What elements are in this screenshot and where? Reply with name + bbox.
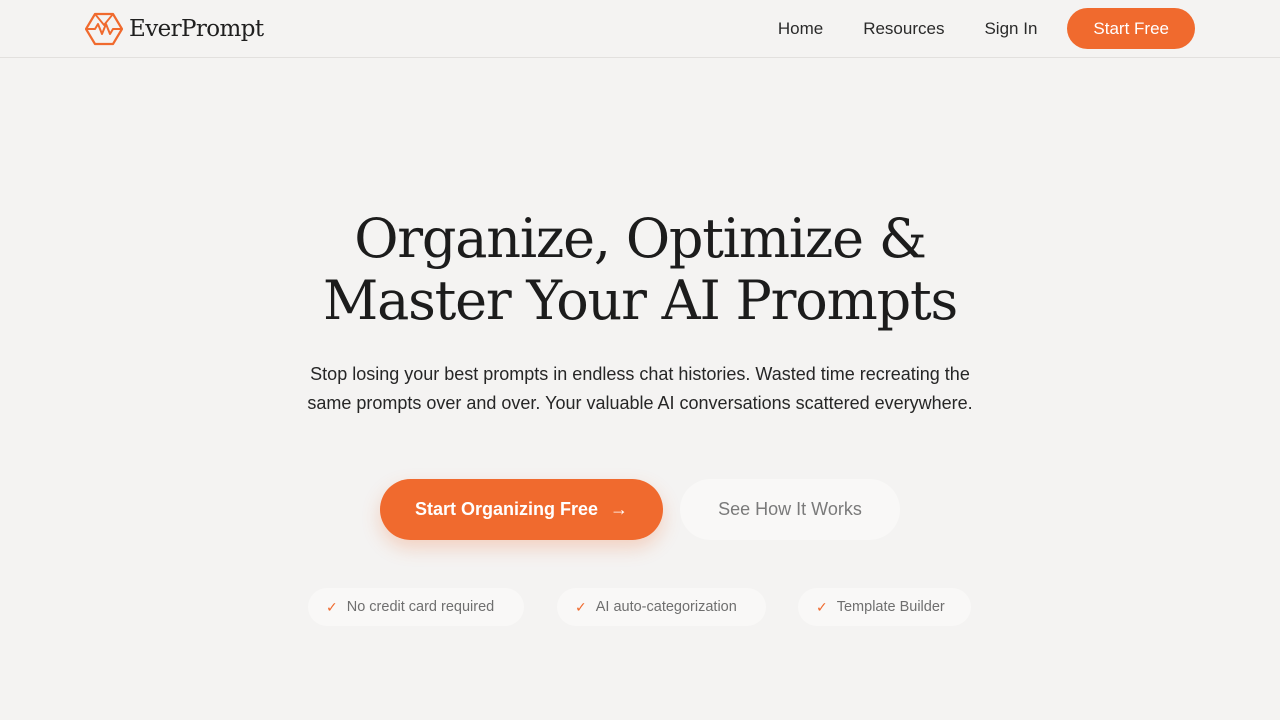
check-icon: ✓ bbox=[326, 598, 338, 615]
nav-link-sign-in[interactable]: Sign In bbox=[984, 19, 1037, 39]
hero-headline: Organize, Optimize & Master Your AI Prom… bbox=[0, 208, 1280, 332]
feature-badge-label: No credit card required bbox=[346, 599, 495, 615]
feature-badges: ✓ No credit card required ✓ AI auto-cate… bbox=[308, 588, 972, 626]
start-free-button[interactable]: Start Free bbox=[1067, 8, 1195, 49]
hero-subtext: Stop losing your best prompts in endless… bbox=[307, 364, 973, 413]
feature-badge: ✓ Template Builder bbox=[798, 588, 971, 626]
start-organizing-free-button[interactable]: Start Organizing Free → bbox=[380, 479, 663, 540]
feature-badge-label: AI auto-categorization bbox=[595, 599, 737, 615]
hero-headline-line-1: Organize, Optimize & bbox=[354, 207, 927, 270]
see-how-it-works-button[interactable]: See How It Works bbox=[680, 479, 900, 540]
feature-badge-label: Template Builder bbox=[836, 599, 945, 615]
check-icon: ✓ bbox=[816, 598, 828, 615]
hero-headline-line-2: Master Your AI Prompts bbox=[323, 269, 958, 332]
brand-logo[interactable]: EverPrompt bbox=[85, 12, 264, 46]
hexagon-logo-icon bbox=[85, 12, 123, 46]
main-nav: Home Resources Sign In Start Free bbox=[778, 8, 1195, 49]
feature-badge: ✓ No credit card required bbox=[308, 588, 524, 626]
nav-link-resources[interactable]: Resources bbox=[863, 19, 944, 39]
feature-badge: ✓ AI auto-categorization bbox=[557, 588, 766, 626]
hero-section: Organize, Optimize & Master Your AI Prom… bbox=[0, 58, 1280, 720]
start-organizing-free-label: Start Organizing Free bbox=[414, 499, 599, 519]
nav-link-home[interactable]: Home bbox=[778, 19, 823, 39]
brand-name: EverPrompt bbox=[129, 16, 264, 42]
top-navigation-bar: EverPrompt Home Resources Sign In Start … bbox=[0, 0, 1280, 58]
arrow-right-icon: → bbox=[610, 499, 629, 519]
hero-cta-group: Start Organizing Free → See How It Works bbox=[380, 479, 900, 540]
check-icon: ✓ bbox=[575, 598, 587, 615]
